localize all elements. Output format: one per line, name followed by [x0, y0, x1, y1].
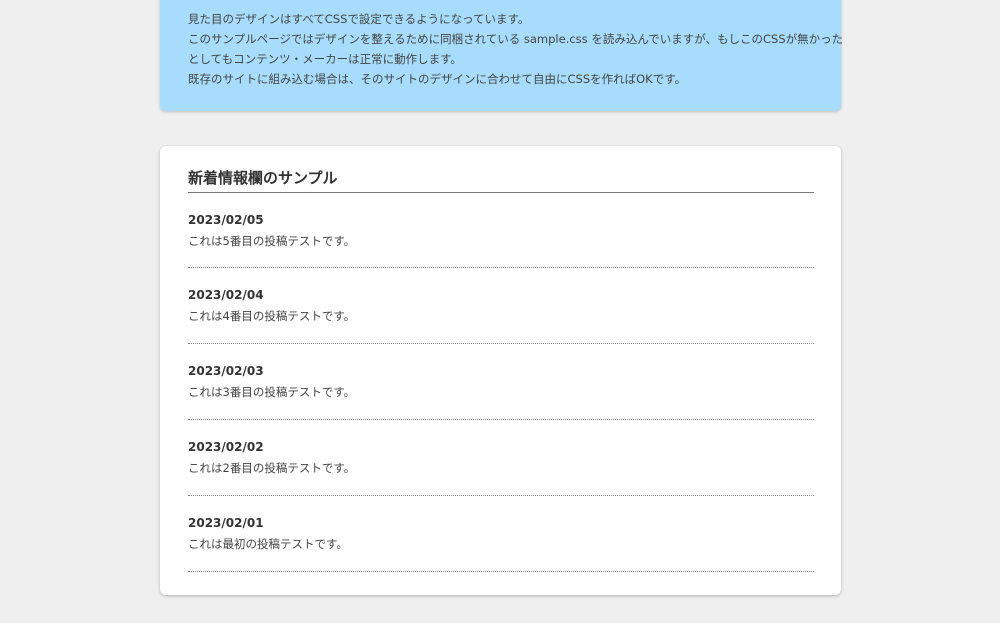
news-section-title: 新着情報欄のサンプル	[188, 168, 814, 193]
news-date: 2023/02/04	[188, 288, 264, 302]
news-text: これは3番目の投稿テストです。	[188, 385, 356, 399]
news-text: これは2番目の投稿テストです。	[188, 461, 356, 475]
info-line-1: 見た目のデザインはすべてCSSで設定できるようになっています。	[188, 12, 530, 26]
info-notice-box: 見た目のデザインはすべてCSSで設定できるようになっています。 このサンプルペー…	[160, 0, 844, 111]
news-text: これは最初の投稿テストです。	[188, 537, 348, 551]
news-text: これは4番目の投稿テストです。	[188, 309, 356, 323]
news-date: 2023/02/03	[188, 364, 264, 378]
info-line-4: 既存のサイトに組み込む場合は、そのサイトのデザインに合わせて自由にCSSを作れば…	[188, 72, 687, 86]
news-item: 2023/02/03 これは3番目の投稿テストです。	[188, 344, 814, 420]
news-item: 2023/02/01 これは最初の投稿テストです。	[188, 496, 814, 572]
news-list: 2023/02/05 これは5番目の投稿テストです。 2023/02/04 これ…	[188, 193, 814, 572]
news-item: 2023/02/05 これは5番目の投稿テストです。	[188, 193, 814, 268]
news-section: 新着情報欄のサンプル 2023/02/05 これは5番目の投稿テストです。 20…	[160, 146, 841, 595]
info-line-3: としてもコンテンツ・メーカーは正常に動作します。	[188, 52, 462, 66]
info-line-2: このサンプルページではデザインを整えるために同梱されている sample.css…	[188, 32, 844, 46]
news-date: 2023/02/01	[188, 516, 264, 530]
news-item: 2023/02/04 これは4番目の投稿テストです。	[188, 268, 814, 344]
news-date: 2023/02/05	[188, 213, 264, 227]
news-item: 2023/02/02 これは2番目の投稿テストです。	[188, 420, 814, 496]
news-date: 2023/02/02	[188, 440, 264, 454]
news-text: これは5番目の投稿テストです。	[188, 234, 356, 248]
